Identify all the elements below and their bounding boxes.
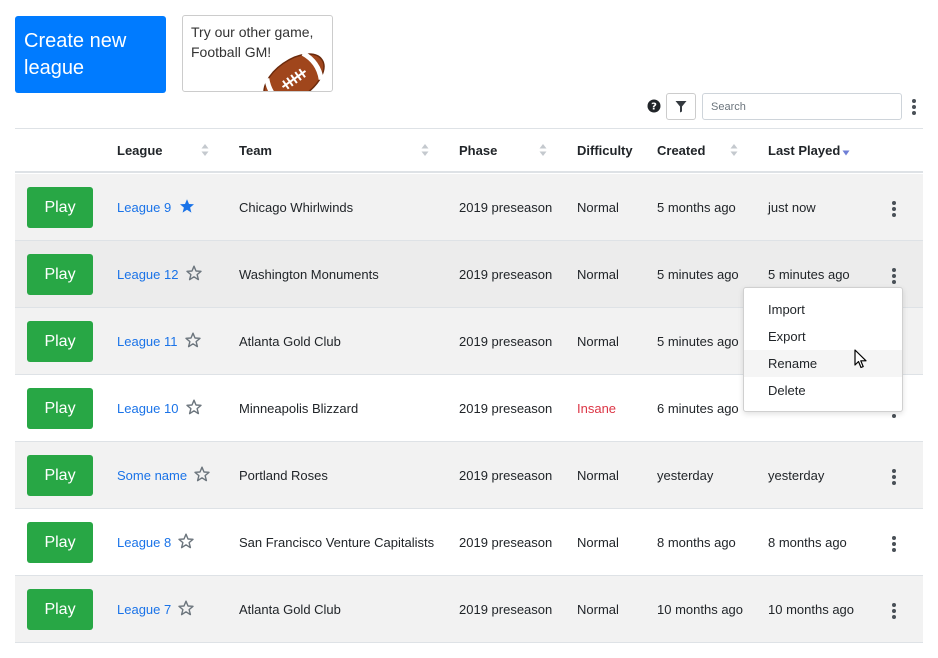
last-played-value: yesterday [768, 468, 825, 483]
difficulty-value: Normal [577, 468, 619, 483]
row-options-kebab-icon[interactable] [892, 536, 896, 554]
table-options-kebab-icon[interactable] [912, 99, 916, 117]
created-value: 5 months ago [657, 200, 736, 215]
play-button[interactable]: Play [27, 589, 93, 630]
table-row: Play League 9 Chicago Whirlwinds 2019 pr… [15, 174, 923, 241]
phase-value: 2019 preseason [459, 468, 553, 483]
table-row: Play League 7 Atlanta Gold Club 2019 pre… [15, 576, 923, 643]
difficulty-value: Normal [577, 334, 619, 349]
created-value: 8 months ago [657, 535, 736, 550]
team-name: Portland Roses [239, 468, 328, 483]
difficulty-value: Normal [577, 602, 619, 617]
phase-value: 2019 preseason [459, 334, 553, 349]
team-name: Minneapolis Blizzard [239, 401, 359, 416]
team-name: Atlanta Gold Club [239, 334, 341, 349]
table-row: Play Some name Portland Roses 2019 prese… [15, 442, 923, 509]
football-gm-promo[interactable]: Try our other game, Football GM! [182, 15, 333, 92]
play-button[interactable]: Play [27, 522, 93, 563]
sort-both-icon[interactable] [539, 143, 547, 157]
menu-item-rename[interactable]: Rename [744, 350, 902, 377]
play-button[interactable]: Play [27, 187, 93, 228]
menu-item-export[interactable]: Export [744, 323, 902, 350]
column-header-team[interactable]: Team [239, 143, 272, 158]
star-icon[interactable] [178, 533, 194, 549]
sort-desc-icon[interactable] [842, 149, 850, 157]
phase-value: 2019 preseason [459, 267, 553, 282]
table-row: Play League 8 San Francisco Venture Capi… [15, 509, 923, 576]
column-header-league[interactable]: League [117, 143, 163, 158]
table-header: League Team Phase Difficulty Created Las… [15, 129, 923, 173]
create-button-line1: Create new [24, 30, 127, 52]
league-name-link[interactable]: League 10 [117, 401, 178, 416]
create-new-league-button[interactable]: Create new league [15, 16, 166, 93]
search-input[interactable] [702, 93, 902, 120]
created-value: 5 minutes ago [657, 267, 739, 282]
row-options-kebab-icon[interactable] [892, 201, 896, 219]
league-name-link[interactable]: League 7 [117, 602, 171, 617]
sort-both-icon[interactable] [730, 143, 738, 157]
row-options-kebab-icon[interactable] [892, 469, 896, 487]
created-value: yesterday [657, 468, 714, 483]
created-value: 10 months ago [657, 602, 744, 617]
last-played-value: just now [768, 200, 816, 215]
star-icon[interactable] [178, 600, 194, 616]
row-options-kebab-icon[interactable] [892, 603, 896, 621]
phase-value: 2019 preseason [459, 200, 553, 215]
difficulty-value: Normal [577, 200, 619, 215]
column-header-last-played[interactable]: Last Played [768, 143, 840, 158]
team-name: San Francisco Venture Capitalists [239, 535, 435, 550]
last-played-value: 5 minutes ago [768, 267, 850, 282]
play-button[interactable]: Play [27, 388, 93, 429]
play-button[interactable]: Play [27, 455, 93, 496]
filter-button[interactable] [666, 93, 696, 120]
mouse-cursor-icon [854, 349, 867, 369]
last-played-value: 8 months ago [768, 535, 847, 550]
phase-value: 2019 preseason [459, 535, 553, 550]
sort-both-icon[interactable] [201, 143, 209, 157]
team-name: Atlanta Gold Club [239, 602, 341, 617]
difficulty-value: Normal [577, 267, 619, 282]
menu-item-import[interactable]: Import [744, 296, 902, 323]
phase-value: 2019 preseason [459, 401, 553, 416]
star-icon[interactable] [185, 332, 201, 348]
filter-icon [675, 101, 687, 113]
difficulty-value: Insane [577, 401, 617, 416]
created-value: 5 minutes ago [657, 334, 739, 349]
phase-value: 2019 preseason [459, 602, 553, 617]
difficulty-value: Normal [577, 535, 619, 550]
column-header-phase[interactable]: Phase [459, 143, 497, 158]
play-button[interactable]: Play [27, 321, 93, 362]
star-icon[interactable] [186, 265, 202, 281]
column-header-difficulty[interactable]: Difficulty [577, 143, 633, 158]
league-context-menu: Import Export Rename Delete [743, 287, 903, 412]
play-button[interactable]: Play [27, 254, 93, 295]
menu-item-delete[interactable]: Delete [744, 377, 902, 404]
last-played-value: 10 months ago [768, 602, 855, 617]
svg-text:?: ? [651, 102, 657, 113]
league-name-link[interactable]: League 11 [117, 334, 178, 349]
star-icon[interactable] [186, 399, 202, 415]
promo-line1: Try our other game, [191, 24, 314, 40]
created-value: 6 minutes ago [657, 401, 739, 416]
league-name-link[interactable]: League 9 [117, 200, 171, 215]
football-icon [263, 51, 325, 91]
row-options-kebab-icon[interactable] [892, 268, 896, 286]
team-name: Chicago Whirlwinds [239, 200, 354, 215]
star-filled-icon[interactable] [179, 198, 195, 214]
league-name-link[interactable]: League 12 [117, 267, 178, 282]
create-button-line2: league [24, 57, 85, 79]
league-name-link[interactable]: League 8 [117, 535, 171, 550]
question-circle-icon[interactable]: ? [647, 99, 661, 113]
team-name: Washington Monuments [239, 267, 379, 282]
sort-both-icon[interactable] [421, 143, 429, 157]
column-header-created[interactable]: Created [657, 143, 705, 158]
league-name-link[interactable]: Some name [117, 468, 187, 483]
star-icon[interactable] [194, 466, 210, 482]
